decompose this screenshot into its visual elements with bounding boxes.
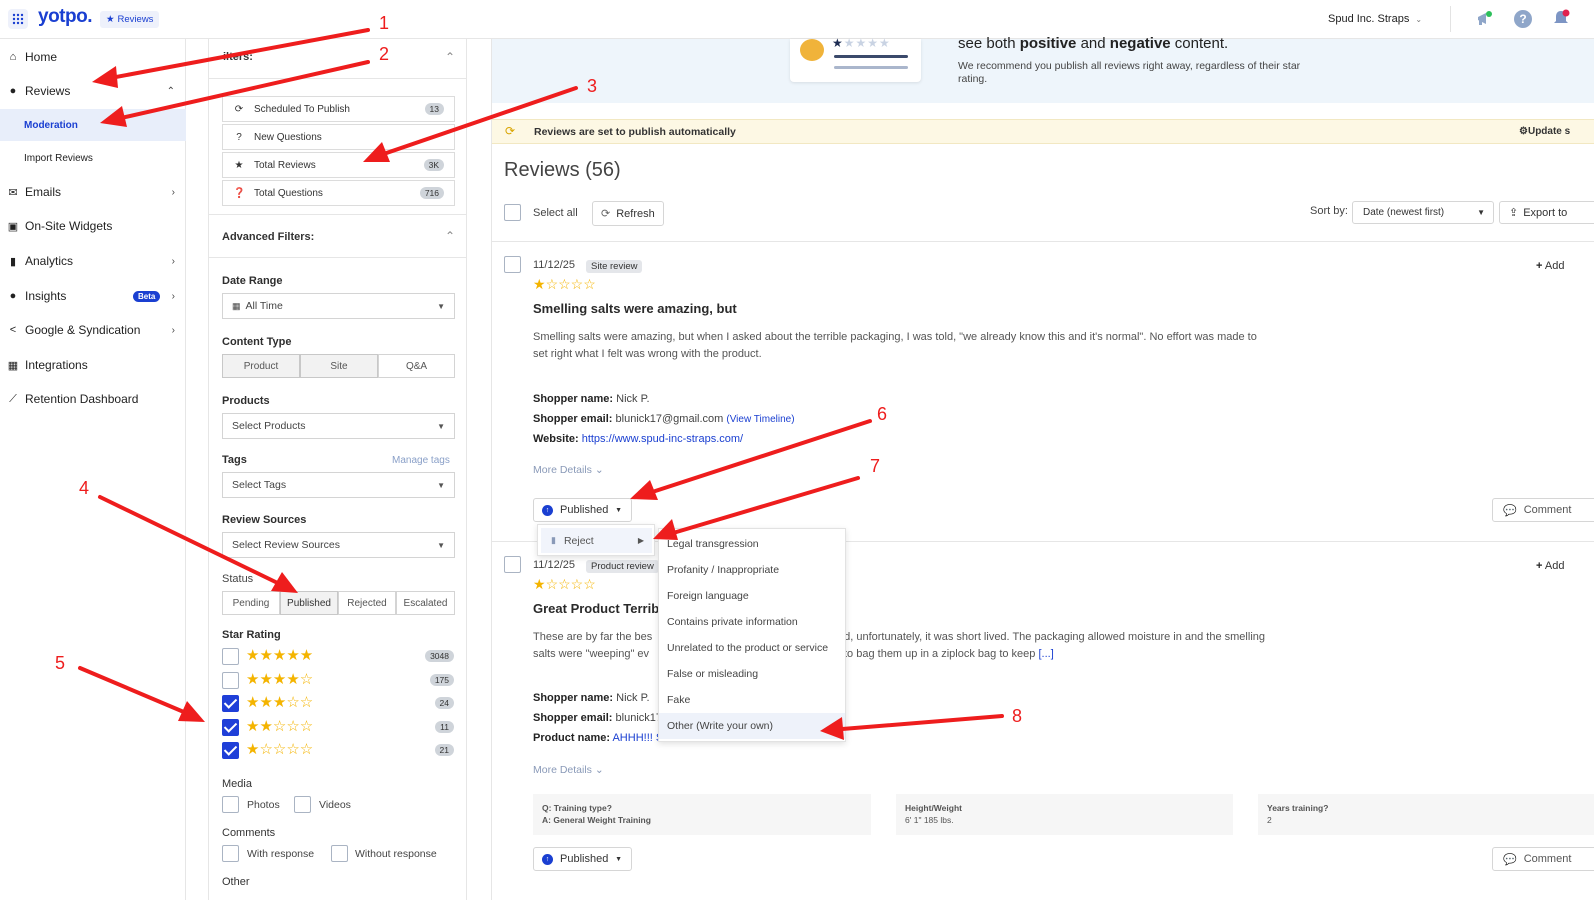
annotation-number: 6 [877,404,888,424]
annotation-arrowhead [363,142,390,162]
annotation-arrowhead [92,66,118,88]
annotation-arrow [828,714,1004,732]
annotation-number: 2 [379,44,390,64]
annotation-arrow [661,476,860,538]
annotation-arrowhead [820,717,844,740]
annotation-number: 7 [870,456,881,476]
annotation-arrowhead [100,106,127,127]
annotation-number: 5 [55,653,66,673]
annotation-arrowhead [630,480,658,500]
annotation-arrow [78,666,200,720]
annotation-arrow [98,495,292,591]
annotation-arrows [78,28,1004,740]
annotation-number: 4 [79,478,90,498]
annotation-number: 8 [1012,706,1023,726]
annotation-arrowhead [653,519,678,540]
annotation-number: 3 [587,76,598,96]
annotation-number: 1 [379,13,390,33]
annotation-arrow [370,86,578,160]
